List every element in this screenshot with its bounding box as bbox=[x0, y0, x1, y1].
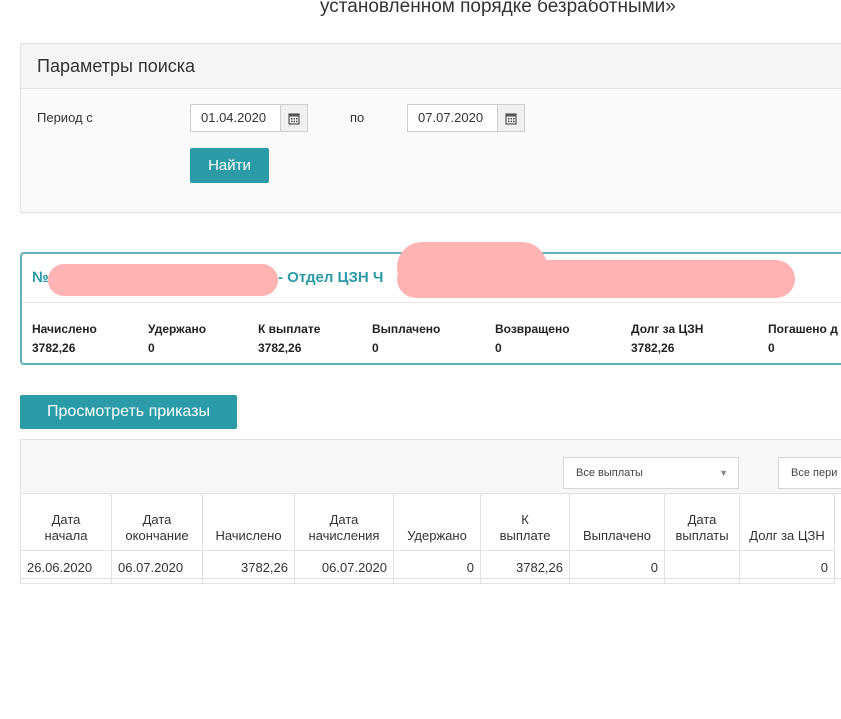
col-header[interactable]: Дата начала bbox=[20, 493, 112, 551]
payments-filter-select[interactable]: Все выплаты ▼ bbox=[563, 457, 739, 489]
chevron-down-icon: ▼ bbox=[719, 468, 728, 478]
periods-filter-select[interactable]: Все пери bbox=[778, 457, 841, 489]
stat-debt: Долг за ЦЗН 3782,26 bbox=[631, 322, 704, 355]
redaction-mark bbox=[397, 260, 795, 298]
date-to-value: 07.07.2020 bbox=[418, 110, 484, 125]
period-to-label: по bbox=[350, 110, 365, 125]
table-cell: 06.07.2020 bbox=[111, 550, 203, 584]
filter-bar: Все выплаты ▼ Все пери bbox=[21, 440, 841, 494]
stat-returned: Возвращено 0 bbox=[495, 322, 570, 355]
stat-repaid: Погашено д0 bbox=[768, 322, 838, 355]
col-header[interactable]: Долг за ЦЗН bbox=[739, 493, 835, 551]
date-to-input[interactable]: 07.07.2020 bbox=[407, 104, 525, 132]
view-orders-button[interactable]: Просмотреть приказы bbox=[20, 395, 237, 429]
stat-withheld: Удержано 0 bbox=[148, 322, 207, 355]
page-title: установленном порядке безработными» bbox=[320, 0, 676, 17]
table-cell: 0 bbox=[393, 550, 481, 584]
table-cell bbox=[664, 550, 740, 584]
col-header[interactable]: Дата начисления bbox=[294, 493, 394, 551]
table-cell: 26.06.2020 bbox=[20, 550, 112, 584]
calendar-icon[interactable] bbox=[280, 105, 307, 131]
col-header[interactable]: Начислено bbox=[202, 493, 295, 551]
stat-accrued: Начислено 3782,26 bbox=[32, 322, 97, 355]
table-cell: 06.07.2020 bbox=[294, 550, 394, 584]
col-header[interactable]: Дата выплаты bbox=[664, 493, 740, 551]
calendar-icon[interactable] bbox=[497, 105, 524, 131]
table-cell: 0 bbox=[739, 550, 835, 584]
table-cell: 3782,26 bbox=[480, 550, 570, 584]
period-from-label: Период с bbox=[37, 110, 93, 125]
search-panel-heading: Параметры поиска bbox=[21, 44, 841, 89]
search-panel: Параметры поиска Период с 01.04.2020 по … bbox=[20, 43, 841, 213]
table-row[interactable]: 26.06.2020 06.07.2020 3782,26 06.07.2020… bbox=[20, 550, 835, 584]
redaction-mark bbox=[48, 264, 278, 296]
table-cell: 0 bbox=[569, 550, 665, 584]
date-from-value: 01.04.2020 bbox=[201, 110, 267, 125]
date-from-input[interactable]: 01.04.2020 bbox=[190, 104, 308, 132]
summary-card-header: № - Отдел ЦЗН Ч bbox=[22, 242, 841, 303]
table-cell: 3782,26 bbox=[202, 550, 295, 584]
summary-title-prefix: № bbox=[32, 269, 49, 286]
payments-table-block: Все выплаты ▼ Все пери Дата начала Дата ок… bbox=[20, 439, 841, 584]
summary-card: № - Отдел ЦЗН Ч Начислено 3782,26 Удержан… bbox=[20, 242, 841, 365]
stat-payable: К выплате 3782,26 bbox=[258, 322, 321, 355]
payments-table: Дата начала Дата окончание Начислено Дата н… bbox=[20, 493, 835, 584]
stat-paid: Выплачено 0 bbox=[372, 322, 441, 355]
col-header[interactable]: Дата окончание bbox=[111, 493, 203, 551]
col-header[interactable]: Квыплате bbox=[480, 493, 570, 551]
summary-title-department: - Отдел ЦЗН Ч bbox=[278, 269, 384, 286]
col-header[interactable]: Выплачено bbox=[569, 493, 665, 551]
col-header[interactable]: Удержано bbox=[393, 493, 481, 551]
find-button[interactable]: Найти bbox=[190, 148, 269, 183]
